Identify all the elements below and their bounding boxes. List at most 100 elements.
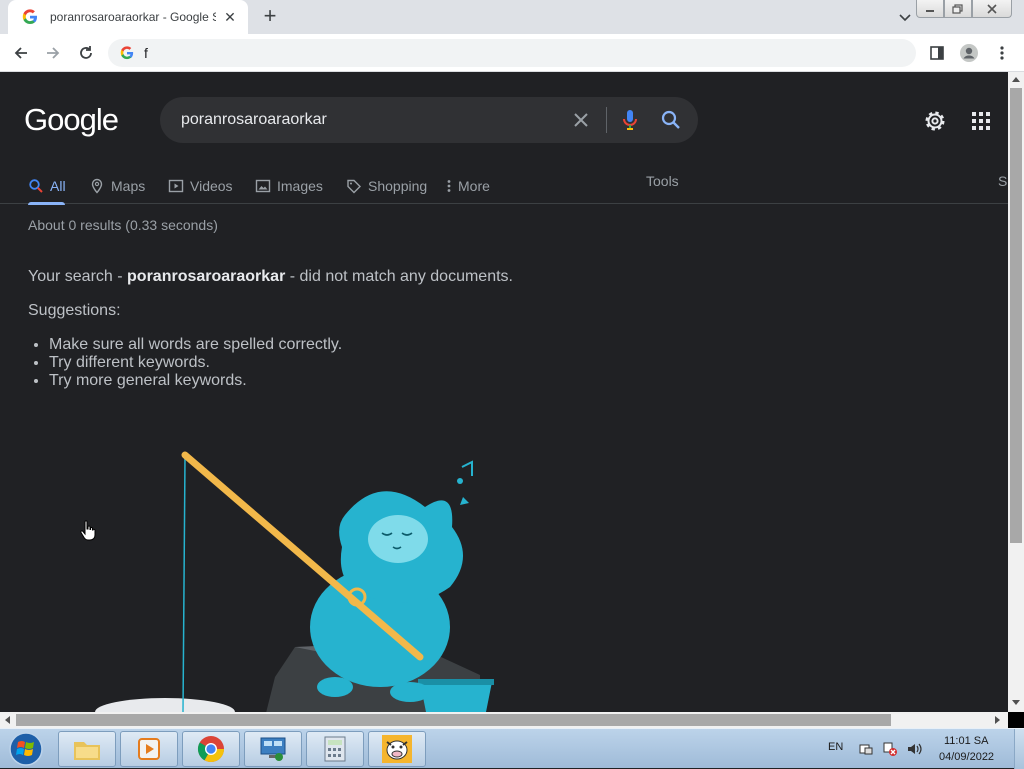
minimize-button[interactable] bbox=[916, 0, 944, 18]
scroll-right-icon[interactable] bbox=[995, 716, 1001, 724]
file-explorer-icon bbox=[74, 742, 100, 760]
chrome-menu-button[interactable] bbox=[991, 42, 1013, 64]
no-match-query: poranrosaroaraorkar bbox=[127, 268, 286, 285]
tab-maps[interactable]: Maps bbox=[89, 174, 145, 198]
tools-button[interactable]: Tools bbox=[646, 173, 679, 189]
settings-gear-icon[interactable] bbox=[922, 108, 948, 134]
map-pin-icon bbox=[91, 178, 103, 194]
browser-toolbar: f bbox=[0, 34, 1024, 72]
scrollbar-corner bbox=[1008, 712, 1024, 728]
tray-notification-icon[interactable] bbox=[858, 741, 874, 757]
google-favicon-icon bbox=[22, 9, 37, 24]
hand-cursor-icon bbox=[80, 520, 96, 541]
taskbar-cow-app[interactable] bbox=[368, 731, 426, 767]
active-tab-indicator bbox=[28, 202, 65, 205]
show-desktop-button[interactable] bbox=[1014, 729, 1024, 769]
window-controls bbox=[916, 0, 1012, 18]
tag-icon bbox=[347, 179, 361, 194]
no-match-message: Your search - poranrosaroaraorkar - did … bbox=[28, 268, 513, 286]
suggestions-heading: Suggestions: bbox=[28, 302, 121, 319]
tab-label: Videos bbox=[190, 178, 233, 194]
tab-all[interactable]: All bbox=[28, 174, 66, 198]
tab-strip: poranrosaroaraorkar - Google Se ✕ + bbox=[0, 0, 1024, 34]
suggestion-item: Try more general keywords. bbox=[49, 372, 342, 390]
vertical-scrollbar[interactable] bbox=[1008, 72, 1024, 712]
tab-more[interactable]: More bbox=[446, 174, 490, 198]
language-indicator[interactable]: EN bbox=[828, 741, 843, 753]
side-panel-button[interactable] bbox=[926, 42, 948, 64]
horizontal-scrollbar[interactable] bbox=[0, 712, 1008, 728]
suggestions-list: Make sure all words are spelled correctl… bbox=[49, 336, 342, 390]
more-vert-icon bbox=[447, 180, 451, 192]
scroll-left-icon[interactable] bbox=[4, 716, 10, 724]
chrome-icon bbox=[197, 736, 225, 763]
reload-icon bbox=[80, 46, 92, 59]
horizontal-scroll-thumb[interactable] bbox=[16, 714, 891, 726]
safesearch-button[interactable]: S bbox=[998, 173, 1007, 189]
tab-label: All bbox=[50, 178, 66, 194]
search-box[interactable]: poranrosaroaraorkar bbox=[160, 97, 698, 143]
result-stats: About 0 results (0.33 seconds) bbox=[28, 217, 218, 233]
address-bar[interactable]: f bbox=[108, 39, 916, 67]
volume-icon[interactable] bbox=[906, 741, 922, 757]
browser-tab[interactable]: poranrosaroaraorkar - Google Se ✕ bbox=[8, 0, 248, 34]
cow-app-icon bbox=[382, 735, 412, 763]
tab-label: More bbox=[458, 178, 490, 194]
back-button[interactable] bbox=[10, 42, 32, 64]
tab-title: poranrosaroaraorkar - Google Se bbox=[50, 10, 216, 24]
vertical-scroll-thumb[interactable] bbox=[1010, 88, 1022, 543]
clock-date[interactable]: 04/09/2022 bbox=[939, 751, 994, 763]
restore-button[interactable] bbox=[944, 0, 972, 18]
forward-arrow-icon bbox=[47, 47, 60, 59]
clear-search-icon[interactable] bbox=[570, 109, 592, 131]
remote-desktop-icon bbox=[260, 737, 286, 761]
taskbar-media-player[interactable] bbox=[120, 731, 178, 767]
windows-taskbar: EN 11:01 SA 04/09/2022 bbox=[0, 728, 1024, 769]
clock-time[interactable]: 11:01 SA bbox=[944, 735, 988, 747]
search-tabs: All Maps Videos Images Shopping More bbox=[0, 168, 1008, 204]
windows-start-orb-icon bbox=[9, 732, 43, 766]
play-icon bbox=[168, 179, 184, 193]
new-tab-button[interactable]: + bbox=[258, 5, 282, 28]
apps-grid-icon[interactable] bbox=[970, 110, 992, 132]
start-button[interactable] bbox=[4, 730, 48, 768]
tab-close-icon[interactable]: ✕ bbox=[222, 9, 238, 25]
taskbar-file-explorer[interactable] bbox=[58, 731, 116, 767]
profile-avatar-icon bbox=[960, 44, 978, 62]
network-disconnected-icon[interactable] bbox=[882, 741, 898, 757]
suggestion-item: Try different keywords. bbox=[49, 354, 342, 372]
suggestion-item: Make sure all words are spelled correctl… bbox=[49, 336, 342, 354]
close-icon bbox=[987, 3, 997, 14]
tab-shopping[interactable]: Shopping bbox=[346, 174, 427, 198]
voice-search-icon[interactable] bbox=[621, 108, 639, 132]
media-player-icon bbox=[138, 738, 160, 760]
taskbar-calculator[interactable] bbox=[306, 731, 364, 767]
minimize-icon bbox=[926, 9, 934, 12]
back-arrow-icon bbox=[14, 47, 27, 59]
tab-search-chevron-icon[interactable] bbox=[896, 8, 914, 26]
scroll-up-icon[interactable] bbox=[1012, 76, 1020, 82]
restore-icon bbox=[952, 3, 963, 14]
image-icon bbox=[255, 179, 271, 193]
tab-label: Shopping bbox=[368, 178, 428, 194]
close-window-button[interactable] bbox=[972, 0, 1012, 18]
reload-button[interactable] bbox=[75, 42, 97, 64]
address-text: f bbox=[144, 45, 148, 61]
no-match-prefix: Your search - bbox=[28, 268, 128, 285]
search-icon[interactable] bbox=[660, 109, 682, 131]
tab-videos[interactable]: Videos bbox=[168, 174, 233, 198]
search-icon bbox=[29, 179, 43, 193]
tab-label: Maps bbox=[111, 178, 146, 194]
taskbar-chrome[interactable] bbox=[182, 731, 240, 767]
google-g-icon bbox=[120, 46, 134, 60]
more-vert-icon bbox=[1000, 46, 1004, 60]
profile-button[interactable] bbox=[958, 42, 980, 64]
search-input[interactable]: poranrosaroaraorkar bbox=[181, 111, 327, 129]
no-match-suffix: - did not match any documents. bbox=[285, 268, 513, 285]
tab-images[interactable]: Images bbox=[255, 174, 323, 198]
scroll-down-icon[interactable] bbox=[1012, 700, 1020, 706]
taskbar-remote-desktop[interactable] bbox=[244, 731, 302, 767]
search-results-page: Google poranrosaroaraorkar All Maps Vide… bbox=[0, 72, 1008, 712]
google-logo[interactable]: Google bbox=[24, 102, 119, 138]
forward-button[interactable] bbox=[42, 42, 64, 64]
